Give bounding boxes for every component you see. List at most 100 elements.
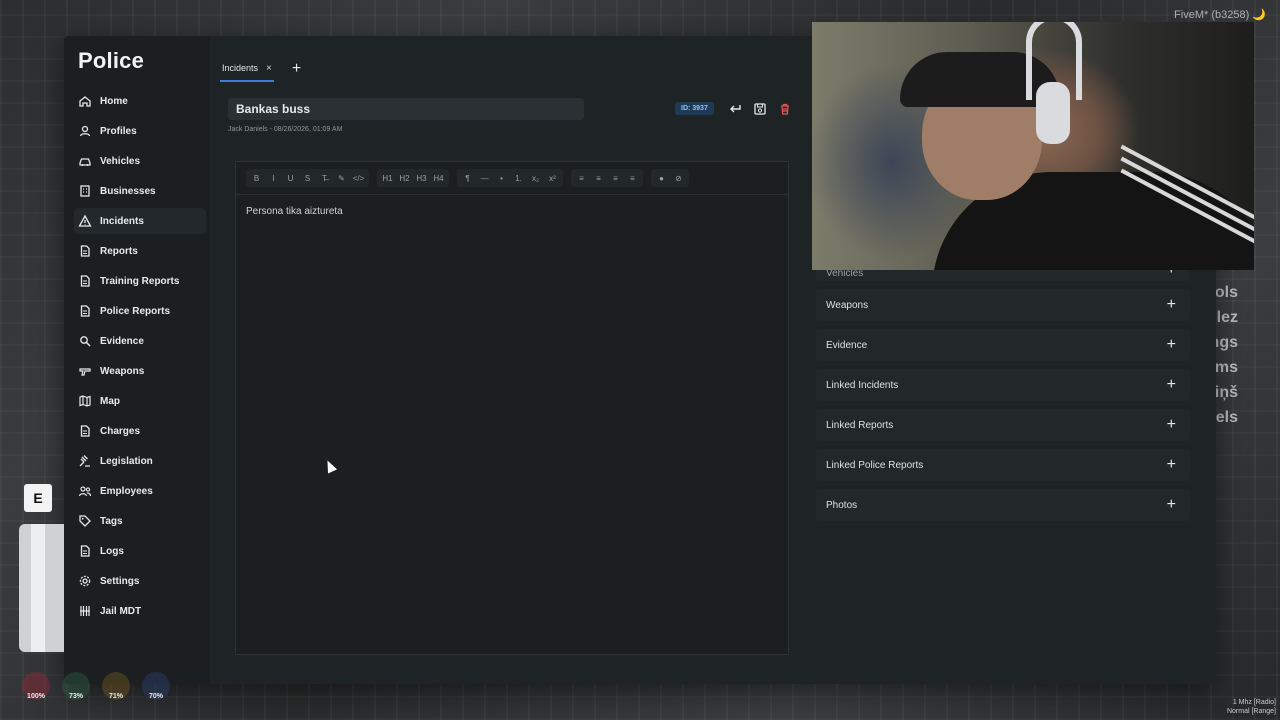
sidebar-item-label: Police Reports <box>100 305 171 317</box>
sidebar-item-reports[interactable]: Reports <box>74 238 206 264</box>
sidebar-item-label: Training Reports <box>100 275 180 287</box>
sidebar-item-businesses[interactable]: Businesses <box>74 178 206 204</box>
sidebar-item-tags[interactable]: Tags <box>74 508 206 534</box>
trash-icon[interactable] <box>776 100 794 118</box>
minimap <box>19 524 64 652</box>
toolbar-button[interactable]: H2 <box>396 170 413 186</box>
toolbar-button[interactable]: U <box>282 170 299 186</box>
linked-sections: Vehicles+Weapons+Evidence+Linked Inciden… <box>816 261 1190 529</box>
sidebar-item-label: Vehicles <box>100 155 141 167</box>
sidebar-item-charges[interactable]: Charges <box>74 418 206 444</box>
sidebar-item-vehicles[interactable]: Vehicles <box>74 148 206 174</box>
toolbar-button[interactable]: ≡ <box>607 170 624 186</box>
accordion-linked-reports[interactable]: Linked Reports + <box>816 409 1190 441</box>
file-icon <box>80 425 90 437</box>
sidebar-item-label: Map <box>100 395 120 407</box>
hud-stat: 71% <box>102 672 130 700</box>
toolbar-button[interactable]: ✎ <box>333 170 350 186</box>
editor-toolbar: B I U S T̶ ✎ </> H1 H2 H3 H4 ¶ — • 1. x₂ x² ≡ ≡ ≡ ≡ ● ⊘ <box>246 168 697 188</box>
toolbar-button[interactable]: • <box>493 170 510 186</box>
sidebar-item-label: Jail MDT <box>100 605 142 617</box>
return-icon[interactable] <box>726 100 744 118</box>
sidebar-item-profiles[interactable]: Profiles <box>74 118 206 144</box>
accordion-weapons[interactable]: Weapons + <box>816 289 1190 321</box>
hud-stat: 70% <box>142 672 170 700</box>
sidebar-item-weapons[interactable]: Weapons <box>74 358 206 384</box>
close-icon[interactable]: × <box>266 63 272 74</box>
toolbar-button[interactable]: ≡ <box>590 170 607 186</box>
sidebar-item-jail-mdt[interactable]: Jail MDT <box>74 598 206 624</box>
sidebar-item-home[interactable]: Home <box>74 88 206 114</box>
plus-icon[interactable]: + <box>1167 496 1176 514</box>
toolbar-button[interactable]: I <box>265 170 282 186</box>
plus-icon[interactable]: + <box>1167 376 1176 394</box>
toolbar-button[interactable]: H4 <box>430 170 447 186</box>
radio-range: Normal [Range] <box>1226 708 1276 715</box>
magnify-icon <box>80 336 91 347</box>
toolbar-button[interactable]: H1 <box>379 170 396 186</box>
toolbar-button[interactable]: x₂ <box>527 170 544 186</box>
sidebar-item-label: Legislation <box>100 455 153 467</box>
sidebar-item-label: Charges <box>100 425 141 437</box>
toolbar-button[interactable]: ¶ <box>459 170 476 186</box>
toolbar-button[interactable]: B <box>248 170 265 186</box>
editor-divider <box>236 194 788 195</box>
streamer-webcam <box>812 22 1254 270</box>
plus-icon[interactable]: + <box>1167 416 1176 434</box>
home-icon <box>79 96 91 107</box>
tag-icon <box>79 515 91 527</box>
plus-icon[interactable]: + <box>1167 456 1176 474</box>
radio-frequency: 1 Mhz [Radio] <box>1232 699 1276 706</box>
toolbar-button[interactable]: — <box>476 170 493 186</box>
accordion-photos[interactable]: Photos + <box>816 489 1190 521</box>
toolbar-button[interactable]: S <box>299 170 316 186</box>
toolbar-button[interactable]: 1. <box>510 170 527 186</box>
file-icon <box>80 305 90 317</box>
accordion-linked-police-reports[interactable]: Linked Police Reports + <box>816 449 1190 481</box>
user-icon <box>79 125 91 137</box>
toolbar-button[interactable]: ≡ <box>573 170 590 186</box>
gavel-icon <box>79 455 90 467</box>
sidebar-item-evidence[interactable]: Evidence <box>74 328 206 354</box>
plus-icon[interactable]: + <box>1167 296 1176 314</box>
sidebar-item-police-reports[interactable]: Police Reports <box>74 298 206 324</box>
hud-stat: 100% <box>22 672 50 700</box>
plus-icon[interactable]: + <box>1167 336 1176 354</box>
accordion-evidence[interactable]: Evidence + <box>816 329 1190 361</box>
toolbar-button[interactable]: ⊘ <box>670 170 687 186</box>
sidebar-item-label: Tags <box>100 515 123 527</box>
toolbar-button[interactable]: ≡ <box>624 170 641 186</box>
sidebar-nav: Home Profiles Vehicles Businesses Incidents R… <box>74 88 206 628</box>
car-icon <box>79 158 91 166</box>
toolbar-button[interactable]: </> <box>350 170 367 186</box>
toolbar-button[interactable]: H3 <box>413 170 430 186</box>
toolbar-button[interactable]: x² <box>544 170 561 186</box>
sidebar-item-training-reports[interactable]: Training Reports <box>74 268 206 294</box>
sidebar-item-logs[interactable]: Logs <box>74 538 206 564</box>
accordion-label: Evidence <box>826 339 868 351</box>
tab-label: Incidents <box>222 63 259 73</box>
minimap-road <box>31 524 45 652</box>
incident-id-badge: ID: 3937 <box>675 102 714 115</box>
save-icon[interactable] <box>751 100 769 118</box>
add-tab-button[interactable]: + <box>292 60 301 78</box>
toolbar-button[interactable]: T̶ <box>316 170 333 186</box>
sidebar-item-map[interactable]: Map <box>74 388 206 414</box>
building-icon <box>80 185 90 197</box>
sidebar-item-incidents[interactable]: Incidents <box>74 208 206 234</box>
accordion-label: Linked Incidents <box>826 379 899 391</box>
incident-title-input[interactable] <box>228 98 584 120</box>
toolbar-button[interactable]: ● <box>653 170 670 186</box>
file-icon <box>80 545 90 557</box>
sidebar-item-legislation[interactable]: Legislation <box>74 448 206 474</box>
sidebar-item-label: Employees <box>100 485 153 497</box>
accordion-label: Linked Reports <box>826 419 894 431</box>
accordion-linked-incidents[interactable]: Linked Incidents + <box>816 369 1190 401</box>
sidebar-item-employees[interactable]: Employees <box>74 478 206 504</box>
editor-body[interactable]: Persona tika aiztureta <box>246 206 343 217</box>
sidebar-item-label: Evidence <box>100 335 144 347</box>
app-title: Police <box>78 48 145 73</box>
warning-icon <box>78 214 92 227</box>
sidebar-item-settings[interactable]: Settings <box>74 568 206 594</box>
tab-incidents[interactable]: Incidents × <box>220 56 274 82</box>
